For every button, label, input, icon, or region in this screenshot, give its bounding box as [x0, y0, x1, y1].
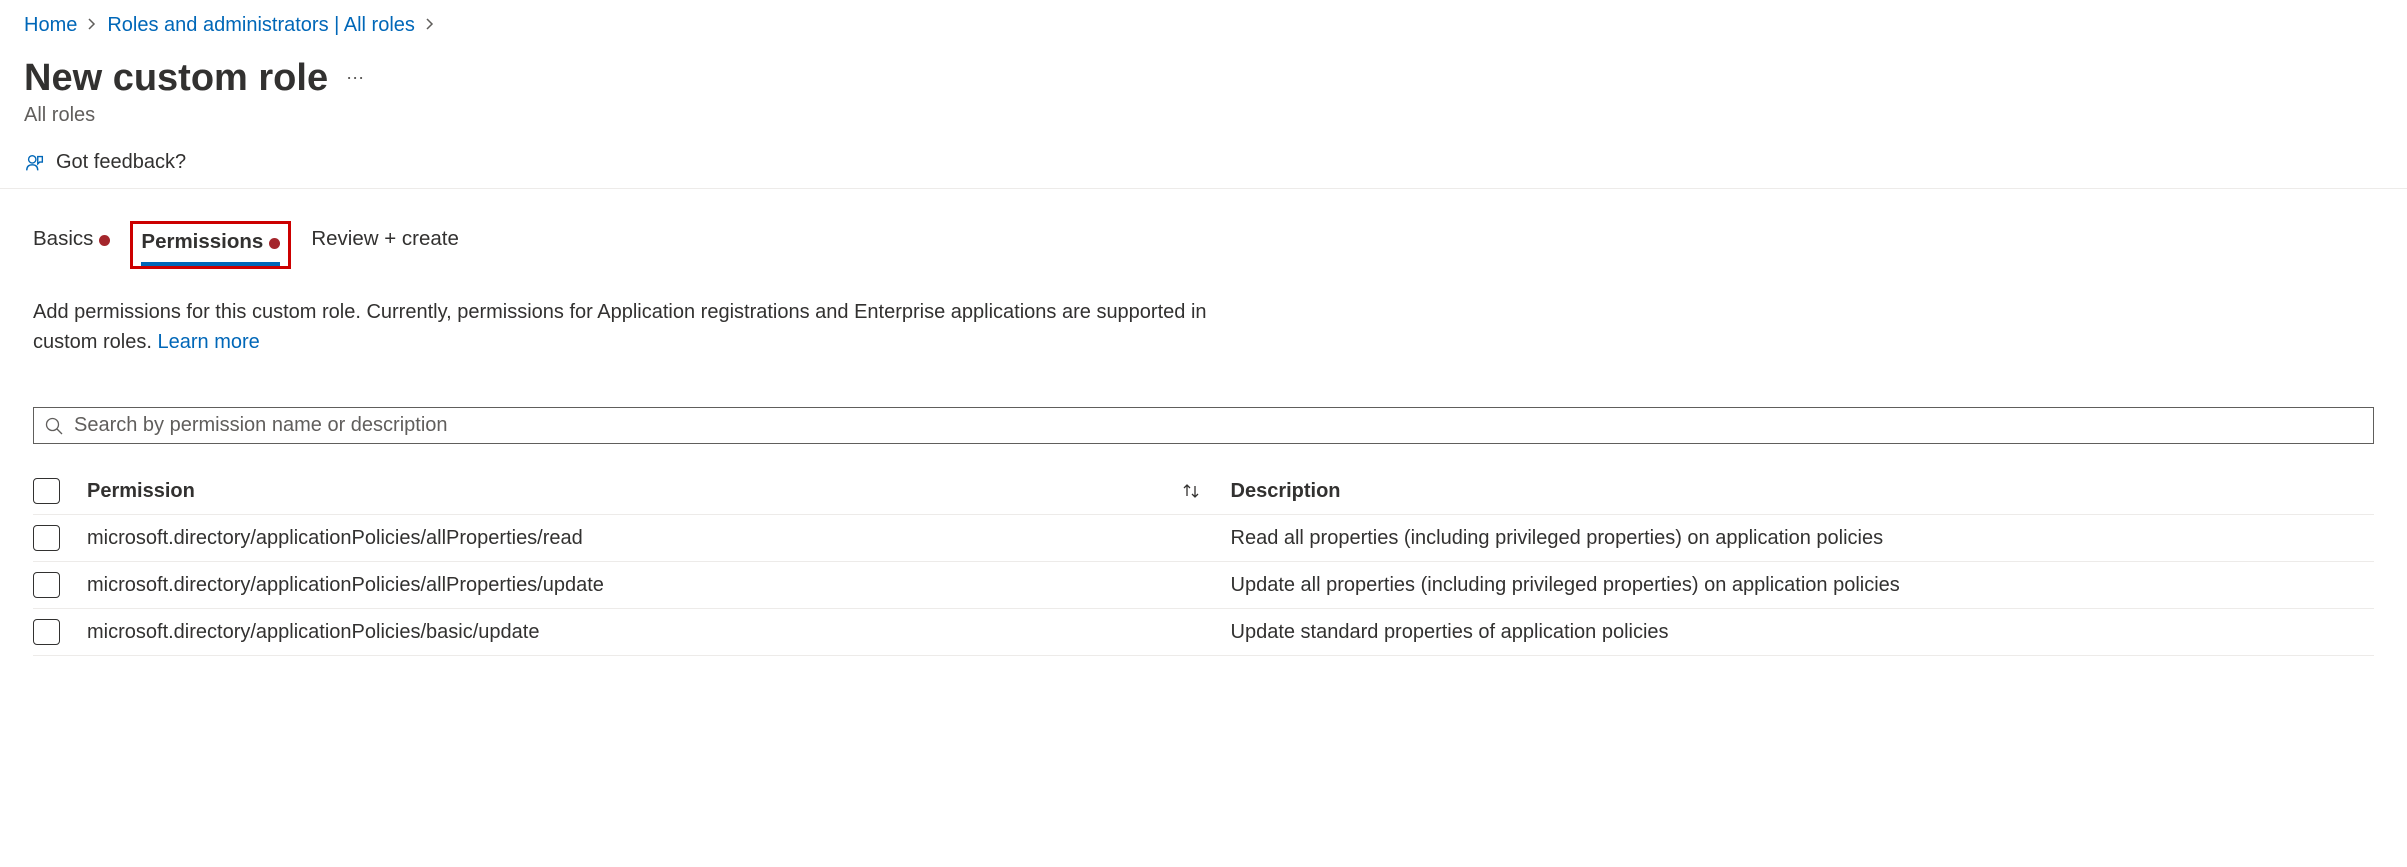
select-all-checkbox[interactable]: [33, 478, 60, 504]
table-row: microsoft.directory/applicationPolicies/…: [33, 515, 2374, 562]
tab-permissions-highlight: Permissions: [130, 221, 291, 269]
table-header-row: Permission Description: [33, 468, 2374, 515]
tab-review-create[interactable]: Review + create: [311, 223, 459, 255]
tab-permissions-label: Permissions: [141, 230, 263, 254]
tab-permissions[interactable]: Permissions: [141, 226, 280, 266]
column-header-description[interactable]: Description: [1231, 480, 2375, 503]
breadcrumb-roles[interactable]: Roles and administrators | All roles: [107, 14, 415, 37]
tab-basics[interactable]: Basics: [33, 223, 110, 255]
sort-icon[interactable]: [1181, 481, 1201, 501]
description-cell: Update all properties (including privile…: [1231, 574, 2375, 597]
chevron-right-icon: [87, 17, 97, 34]
feedback-button[interactable]: Got feedback?: [0, 127, 2407, 189]
search-input[interactable]: [74, 414, 2363, 437]
search-box[interactable]: [33, 407, 2374, 444]
breadcrumb-home[interactable]: Home: [24, 14, 77, 37]
page-header: New custom role ⋯ All roles: [0, 37, 2407, 127]
learn-more-link[interactable]: Learn more: [157, 331, 259, 353]
row-checkbox[interactable]: [33, 619, 60, 645]
tab-basics-label: Basics: [33, 227, 93, 251]
permission-cell: microsoft.directory/applicationPolicies/…: [87, 527, 1231, 550]
column-header-permission[interactable]: Permission: [87, 480, 1173, 503]
description-text: Add permissions for this custom role. Cu…: [0, 269, 1250, 357]
description-cell: Update standard properties of applicatio…: [1231, 621, 2375, 644]
tabs: Basics Permissions Review + create: [0, 189, 2407, 269]
description-cell: Read all properties (including privilege…: [1231, 527, 2375, 550]
tab-review-label: Review + create: [311, 227, 459, 251]
feedback-label: Got feedback?: [56, 151, 186, 174]
more-options-button[interactable]: ⋯: [346, 68, 366, 89]
feedback-icon: [24, 152, 46, 174]
table-row: microsoft.directory/applicationPolicies/…: [33, 609, 2374, 656]
breadcrumb: Home Roles and administrators | All role…: [0, 0, 2407, 37]
permission-cell: microsoft.directory/applicationPolicies/…: [87, 574, 1231, 597]
row-checkbox[interactable]: [33, 525, 60, 551]
chevron-right-icon: [425, 17, 435, 34]
page-title: New custom role: [24, 57, 328, 100]
row-checkbox[interactable]: [33, 572, 60, 598]
page-subtitle: All roles: [24, 104, 2383, 127]
error-indicator-icon: [99, 235, 110, 246]
error-indicator-icon: [269, 238, 280, 249]
search-icon: [44, 416, 64, 436]
permission-cell: microsoft.directory/applicationPolicies/…: [87, 621, 1231, 644]
table-row: microsoft.directory/applicationPolicies/…: [33, 562, 2374, 609]
permissions-table: Permission Description microsoft.directo…: [33, 468, 2374, 656]
